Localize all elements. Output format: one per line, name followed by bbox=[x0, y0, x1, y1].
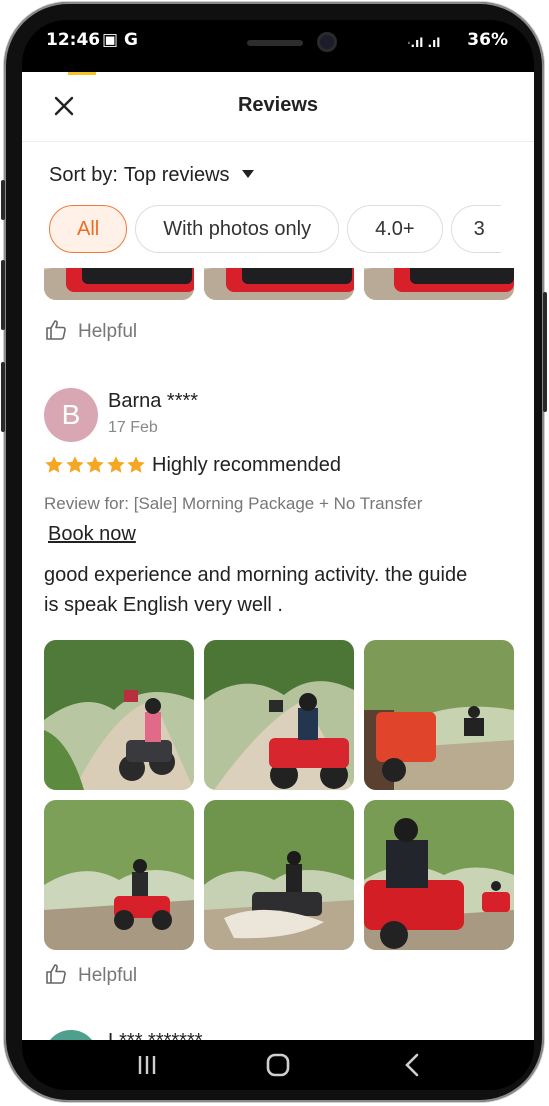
star-icon bbox=[106, 456, 125, 473]
back-icon[interactable] bbox=[398, 1050, 428, 1080]
filter-chip-with-photos[interactable]: With photos only bbox=[135, 205, 340, 253]
review-photo[interactable] bbox=[204, 800, 354, 950]
notification-icons: ▣ G bbox=[102, 30, 138, 50]
system-nav-bar bbox=[22, 1040, 534, 1090]
star-icon bbox=[65, 456, 84, 473]
review-photo[interactable] bbox=[44, 268, 194, 300]
helpful-button[interactable]: Helpful bbox=[44, 962, 137, 987]
recents-icon[interactable] bbox=[132, 1050, 162, 1080]
star-icon bbox=[45, 456, 63, 473]
bixby-button bbox=[1, 362, 5, 432]
thumbs-up-icon bbox=[46, 964, 66, 984]
avatar bbox=[44, 1030, 98, 1040]
helpful-label: Helpful bbox=[78, 321, 138, 342]
avatar: B bbox=[44, 388, 98, 442]
review-photo[interactable] bbox=[44, 640, 194, 790]
filter-chips: All With photos only 4.0+ 3 bbox=[49, 205, 509, 255]
helpful-label: Helpful bbox=[78, 965, 138, 986]
camera-notch bbox=[147, 20, 409, 68]
power-button bbox=[543, 292, 547, 412]
review-date: 17 Feb bbox=[108, 419, 158, 436]
thumbs-up-icon bbox=[46, 320, 66, 340]
screen: 12:46 ▣ G ·.ıl .ıl 36% Reviews Sort by: T… bbox=[22, 20, 534, 1090]
review-photo[interactable] bbox=[44, 800, 194, 950]
book-now-link[interactable]: Book now bbox=[48, 523, 136, 546]
filter-chip-3-plus[interactable]: 3 bbox=[450, 205, 501, 253]
header: Reviews bbox=[22, 72, 534, 142]
sort-label: Sort by: bbox=[49, 164, 118, 186]
sort-dropdown[interactable]: Sort by: Top reviews bbox=[49, 164, 254, 187]
review-photo[interactable] bbox=[204, 268, 354, 300]
review-photo[interactable] bbox=[364, 268, 514, 300]
home-icon[interactable] bbox=[263, 1050, 293, 1080]
page-title: Reviews bbox=[237, 94, 319, 116]
reviews-list[interactable]: Helpful B Barna **** 17 Feb Highly recom… bbox=[22, 268, 534, 1040]
volume-down-button bbox=[1, 260, 5, 330]
reviewer-name: Barna **** bbox=[108, 390, 199, 412]
rating-stars bbox=[44, 455, 147, 477]
filter-chip-4-plus[interactable]: 4.0+ bbox=[347, 205, 443, 253]
review-photo[interactable] bbox=[364, 640, 514, 790]
reviewer-name: L*** ******* bbox=[108, 1030, 203, 1040]
review-photo[interactable] bbox=[204, 640, 354, 790]
reviews-app: Reviews Sort by: Top reviews All With phot… bbox=[22, 72, 534, 1040]
helpful-button[interactable]: Helpful bbox=[44, 318, 137, 343]
status-time: 12:46 bbox=[46, 30, 101, 50]
signal-icon: ·.ıl .ıl bbox=[406, 36, 441, 50]
volume-button bbox=[1, 180, 5, 220]
front-camera bbox=[317, 32, 337, 52]
battery-level: 36% bbox=[467, 30, 508, 50]
star-icon bbox=[86, 456, 104, 473]
review-text: good experience and morning activity. th… bbox=[44, 564, 468, 616]
speaker-grille bbox=[247, 40, 303, 46]
review-photo[interactable] bbox=[364, 800, 514, 950]
phone-frame: 12:46 ▣ G ·.ıl .ıl 36% Reviews Sort by: T… bbox=[1, 2, 547, 1102]
review-title: Highly recommended bbox=[152, 454, 341, 476]
filter-chip-all[interactable]: All bbox=[49, 205, 128, 253]
review-for: Review for: [Sale] Morning Package + No … bbox=[44, 494, 423, 513]
star-icon bbox=[127, 456, 145, 473]
caret-down-icon bbox=[241, 169, 254, 178]
sort-value: Top reviews bbox=[123, 164, 230, 186]
